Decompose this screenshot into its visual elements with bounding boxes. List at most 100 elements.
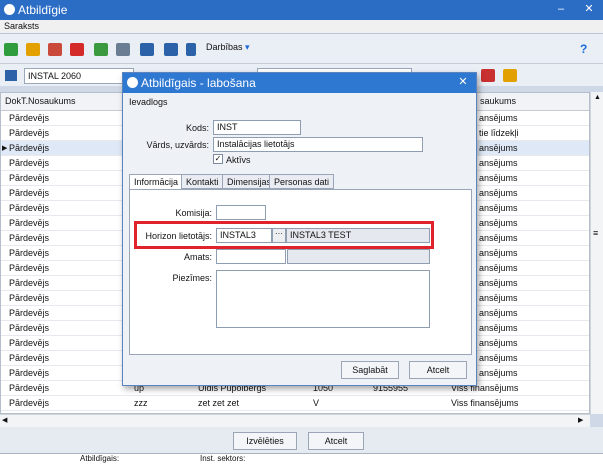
outer-title-bar: Atbildīgie – ✕ bbox=[0, 0, 603, 20]
close-icon[interactable]: ✕ bbox=[582, 3, 596, 16]
new-icon[interactable] bbox=[4, 43, 18, 56]
refresh-icon[interactable] bbox=[94, 43, 108, 56]
row-right-cell: ansējums bbox=[479, 173, 518, 183]
row-doc-cell: Pārdevējs bbox=[9, 158, 50, 168]
row-pointer-icon: ▶ bbox=[2, 145, 8, 152]
active-checkbox[interactable]: ✓ bbox=[213, 154, 223, 164]
row-doc-cell: Pārdevējs bbox=[9, 308, 50, 318]
edit-icon[interactable] bbox=[26, 43, 40, 56]
dialog-cancel-button[interactable]: Atcelt bbox=[409, 361, 467, 379]
scroll-right-icon[interactable]: ▶ bbox=[578, 416, 583, 424]
status-responsible-label: Atbildīgais: bbox=[80, 454, 120, 463]
position-label: Amats: bbox=[183, 252, 212, 262]
commission-label: Komisija: bbox=[175, 208, 212, 218]
tab-personal-data[interactable]: Personas dati bbox=[269, 174, 335, 189]
filter-apply-icon[interactable] bbox=[481, 69, 495, 82]
actions-label: Darbības bbox=[206, 42, 243, 52]
dialog-close-icon[interactable]: ✕ bbox=[456, 76, 470, 89]
row-right-cell: ansējums bbox=[479, 353, 518, 363]
row-right-cell: ansējums bbox=[479, 203, 518, 213]
dialog-title: Atbildīgais - labošana bbox=[141, 76, 256, 90]
print-icon[interactable] bbox=[116, 43, 130, 56]
row-right-cell: ansējums bbox=[479, 113, 518, 123]
row-doc-cell: Pārdevējs bbox=[9, 143, 50, 153]
row-code-cell: zzz bbox=[134, 398, 148, 408]
scroll-grip-icon[interactable]: ≡ bbox=[593, 228, 598, 238]
scroll-up-icon[interactable]: ▲ bbox=[594, 94, 601, 101]
row-doc-cell: Pārdevējs bbox=[9, 188, 50, 198]
choose-button[interactable]: Izvēlēties bbox=[233, 432, 297, 450]
highlight-box bbox=[134, 221, 434, 249]
row-right-cell: ansējums bbox=[479, 248, 518, 258]
row-right-cell: ansējums bbox=[479, 263, 518, 273]
row-right-cell: ansējums bbox=[479, 188, 518, 198]
row-doc-cell: Pārdevējs bbox=[9, 248, 50, 258]
excel-icon[interactable] bbox=[140, 43, 154, 56]
status-bar: Atbildīgais: Inst. sektors: bbox=[0, 453, 603, 464]
column-header-doc[interactable]: DokT.Nosaukums bbox=[1, 93, 131, 111]
vertical-scrollbar[interactable]: ▲ ≡ bbox=[590, 92, 603, 414]
horizontal-scrollbar[interactable]: ◀ ▶ bbox=[0, 414, 590, 427]
row-doc-cell: Pārdevējs bbox=[9, 338, 50, 348]
copy-icon[interactable] bbox=[48, 43, 62, 56]
save-button[interactable]: Saglabāt bbox=[341, 361, 399, 379]
outer-window-title: Atbildīgie bbox=[18, 3, 68, 17]
position-field[interactable] bbox=[216, 249, 286, 264]
row-right-cell: tie līdzekļi bbox=[479, 128, 519, 138]
row-doc-cell: Pārdevējs bbox=[9, 368, 50, 378]
section-label: Ievadlogs bbox=[129, 97, 168, 107]
name-label: Vārds, uzvārds: bbox=[146, 140, 209, 150]
row-finance-cell: Viss finansējums bbox=[451, 398, 519, 408]
row-right-cell: ansējums bbox=[479, 338, 518, 348]
row-doc-cell: Pārdevējs bbox=[9, 278, 50, 288]
sort-icon[interactable] bbox=[186, 43, 196, 56]
minimize-icon[interactable]: – bbox=[554, 3, 568, 16]
filter-icon[interactable] bbox=[5, 70, 17, 81]
table-row[interactable]: Pārdevējs zzz zet zet zet V Viss finansējums bbox=[1, 396, 589, 411]
column-header-name[interactable]: saukums bbox=[476, 93, 589, 111]
active-label: Aktīvs bbox=[226, 155, 251, 165]
actions-dropdown[interactable]: Darbības ▾ bbox=[206, 42, 250, 53]
menu-bar: Saraksts bbox=[0, 20, 603, 34]
filter-clear-icon[interactable] bbox=[503, 69, 517, 82]
chevron-down-icon: ▾ bbox=[245, 42, 250, 52]
row-doc-cell: Pārdevējs bbox=[9, 353, 50, 363]
status-sector-label: Inst. sektors: bbox=[200, 454, 246, 463]
row-right-cell: ansējums bbox=[479, 293, 518, 303]
tab-dimensions[interactable]: Dimensijas bbox=[222, 174, 277, 189]
delete-icon[interactable] bbox=[70, 43, 84, 56]
app-logo-icon bbox=[4, 4, 15, 15]
row-doc-cell: Pārdevējs bbox=[9, 173, 50, 183]
row-right-cell: ansējums bbox=[479, 368, 518, 378]
filter-input[interactable]: INSTAL 2060 bbox=[24, 68, 134, 84]
outer-cancel-button[interactable]: Atcelt bbox=[308, 432, 364, 450]
menu-item-list[interactable]: Saraksts bbox=[4, 21, 39, 31]
row-right-cell: ansējums bbox=[479, 143, 518, 153]
columns-icon[interactable] bbox=[164, 43, 178, 56]
row-doc-cell: Pārdevējs bbox=[9, 233, 50, 243]
row-doc-cell: Pārdevējs bbox=[9, 203, 50, 213]
row-right-cell: ansējums bbox=[479, 323, 518, 333]
row-doc-cell: Pārdevējs bbox=[9, 263, 50, 273]
dialog-logo-icon bbox=[127, 77, 138, 88]
name-field[interactable]: Instalācijas lietotājs bbox=[213, 137, 423, 152]
tab-page-information: Komisija: Horizon lietotājs: INSTAL3 ···… bbox=[129, 189, 472, 355]
tab-information[interactable]: Informācija bbox=[129, 174, 184, 190]
code-label: Kods: bbox=[185, 123, 209, 133]
notes-textarea[interactable] bbox=[216, 270, 430, 328]
bottom-bar: Izvēlēties Atcelt bbox=[0, 427, 603, 453]
toolbar: Darbības ▾ ? bbox=[0, 34, 603, 64]
row-right-cell: ansējums bbox=[479, 158, 518, 168]
tab-contacts[interactable]: Kontakti bbox=[181, 174, 224, 189]
notes-label: Piezīmes: bbox=[172, 273, 212, 283]
help-icon[interactable]: ? bbox=[580, 42, 587, 56]
commission-field[interactable] bbox=[216, 205, 266, 220]
scroll-left-icon[interactable]: ◀ bbox=[2, 416, 7, 424]
row-right-cell: ansējums bbox=[479, 233, 518, 243]
row-right-cell: ansējums bbox=[479, 308, 518, 318]
row-doc-cell: Pārdevējs bbox=[9, 323, 50, 333]
code-field[interactable]: INST bbox=[213, 120, 301, 135]
row-doc-cell: Pārdevējs bbox=[9, 383, 50, 393]
row-doc-cell: Pārdevējs bbox=[9, 218, 50, 228]
row-doc-cell: Pārdevējs bbox=[9, 398, 50, 408]
